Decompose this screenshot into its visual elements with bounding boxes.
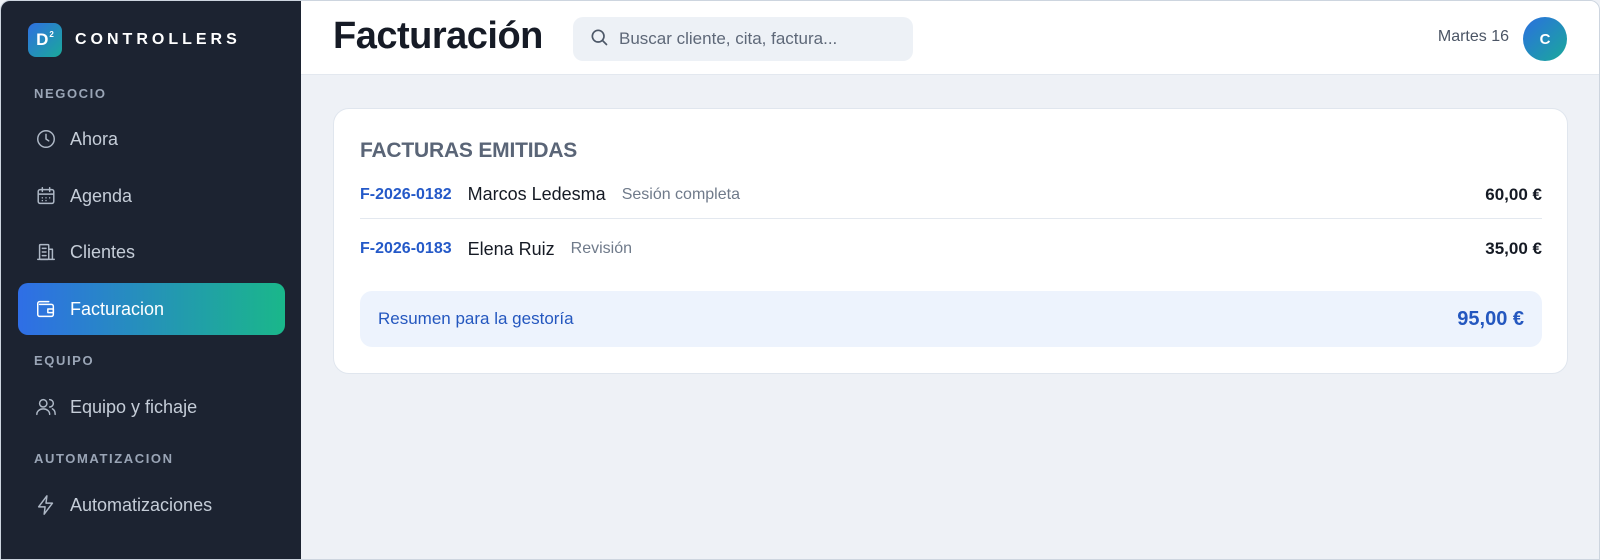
sidebar-item-equipo[interactable]: Equipo y fichaje	[18, 381, 285, 433]
search-box[interactable]	[573, 17, 913, 61]
app-window: D2 CONTROLLERS NEGOCIO Ahora Agenda Clie…	[0, 0, 1600, 560]
sidebar-item-label: Automatizaciones	[70, 494, 213, 515]
sidebar-item-clientes[interactable]: Clientes	[18, 226, 285, 278]
table-row[interactable]: F-2026-0182 Marcos Ledesma Sesión comple…	[360, 171, 1542, 219]
section-label-automatizacion: AUTOMATIZACION	[34, 451, 174, 466]
summary-label: Resumen para la gestoría	[378, 309, 574, 328]
invoice-client: Marcos Ledesma	[467, 184, 606, 204]
sidebar-item-label: Ahora	[70, 128, 119, 149]
clock-icon	[34, 127, 58, 151]
sidebar-item-agenda[interactable]: Agenda	[18, 170, 285, 222]
lightning-icon	[34, 493, 58, 517]
sidebar-item-label: Equipo y fichaje	[70, 396, 198, 417]
invoice-id-link[interactable]: F-2026-0182	[360, 186, 452, 204]
page-title: Facturación	[333, 15, 543, 57]
wallet-icon	[34, 297, 58, 321]
sidebar-item-automatizaciones[interactable]: Automatizaciones	[18, 479, 285, 531]
topbar: Facturación Martes 16 C	[301, 1, 1599, 75]
invoice-id-link[interactable]: F-2026-0183	[360, 240, 452, 258]
avatar[interactable]: C	[1523, 17, 1567, 61]
sidebar-item-facturacion[interactable]: Facturacion	[18, 283, 285, 335]
invoice-amount: 60,00 €	[1485, 184, 1542, 204]
sidebar-item-label: Facturacion	[70, 298, 165, 319]
invoice-service: Revisión	[570, 240, 633, 257]
invoice-client: Elena Ruiz	[467, 238, 555, 259]
invoices-card: FACTURAS EMITIDAS F-2026-0182 Marcos Led…	[333, 108, 1568, 374]
sidebar: D2 CONTROLLERS NEGOCIO Ahora Agenda Clie…	[1, 1, 301, 559]
invoice-service: Sesión completa	[621, 185, 740, 203]
search-input[interactable]	[619, 29, 899, 49]
brand-name: CONTROLLERS	[75, 31, 241, 48]
brand-logo-sup: 2	[49, 29, 54, 39]
building-icon	[34, 240, 58, 264]
brand[interactable]: D2 CONTROLLERS	[28, 23, 241, 57]
users-icon	[34, 395, 58, 419]
summary-bar[interactable]: Resumen para la gestoría 95,00 €	[360, 291, 1542, 347]
sidebar-item-ahora[interactable]: Ahora	[18, 113, 285, 165]
section-label-equipo: EQUIPO	[34, 353, 95, 368]
table-row[interactable]: F-2026-0183 Elena Ruiz Revisión 35,00 €	[360, 225, 1542, 273]
brand-logo-letter: D	[36, 30, 49, 49]
calendar-icon	[34, 184, 58, 208]
invoice-amount: 35,00 €	[1485, 239, 1542, 258]
sidebar-item-label: Agenda	[70, 185, 133, 206]
main-content: Facturación Martes 16 C FACTURAS EMITIDA…	[301, 1, 1599, 559]
section-label-negocio: NEGOCIO	[34, 86, 107, 101]
summary-total: 95,00 €	[1457, 307, 1524, 330]
date-label: Martes 16	[1437, 28, 1509, 45]
card-title: FACTURAS EMITIDAS	[360, 139, 578, 162]
brand-logo: D2	[28, 23, 62, 57]
search-icon	[589, 27, 609, 52]
sidebar-item-label: Clientes	[70, 241, 136, 262]
